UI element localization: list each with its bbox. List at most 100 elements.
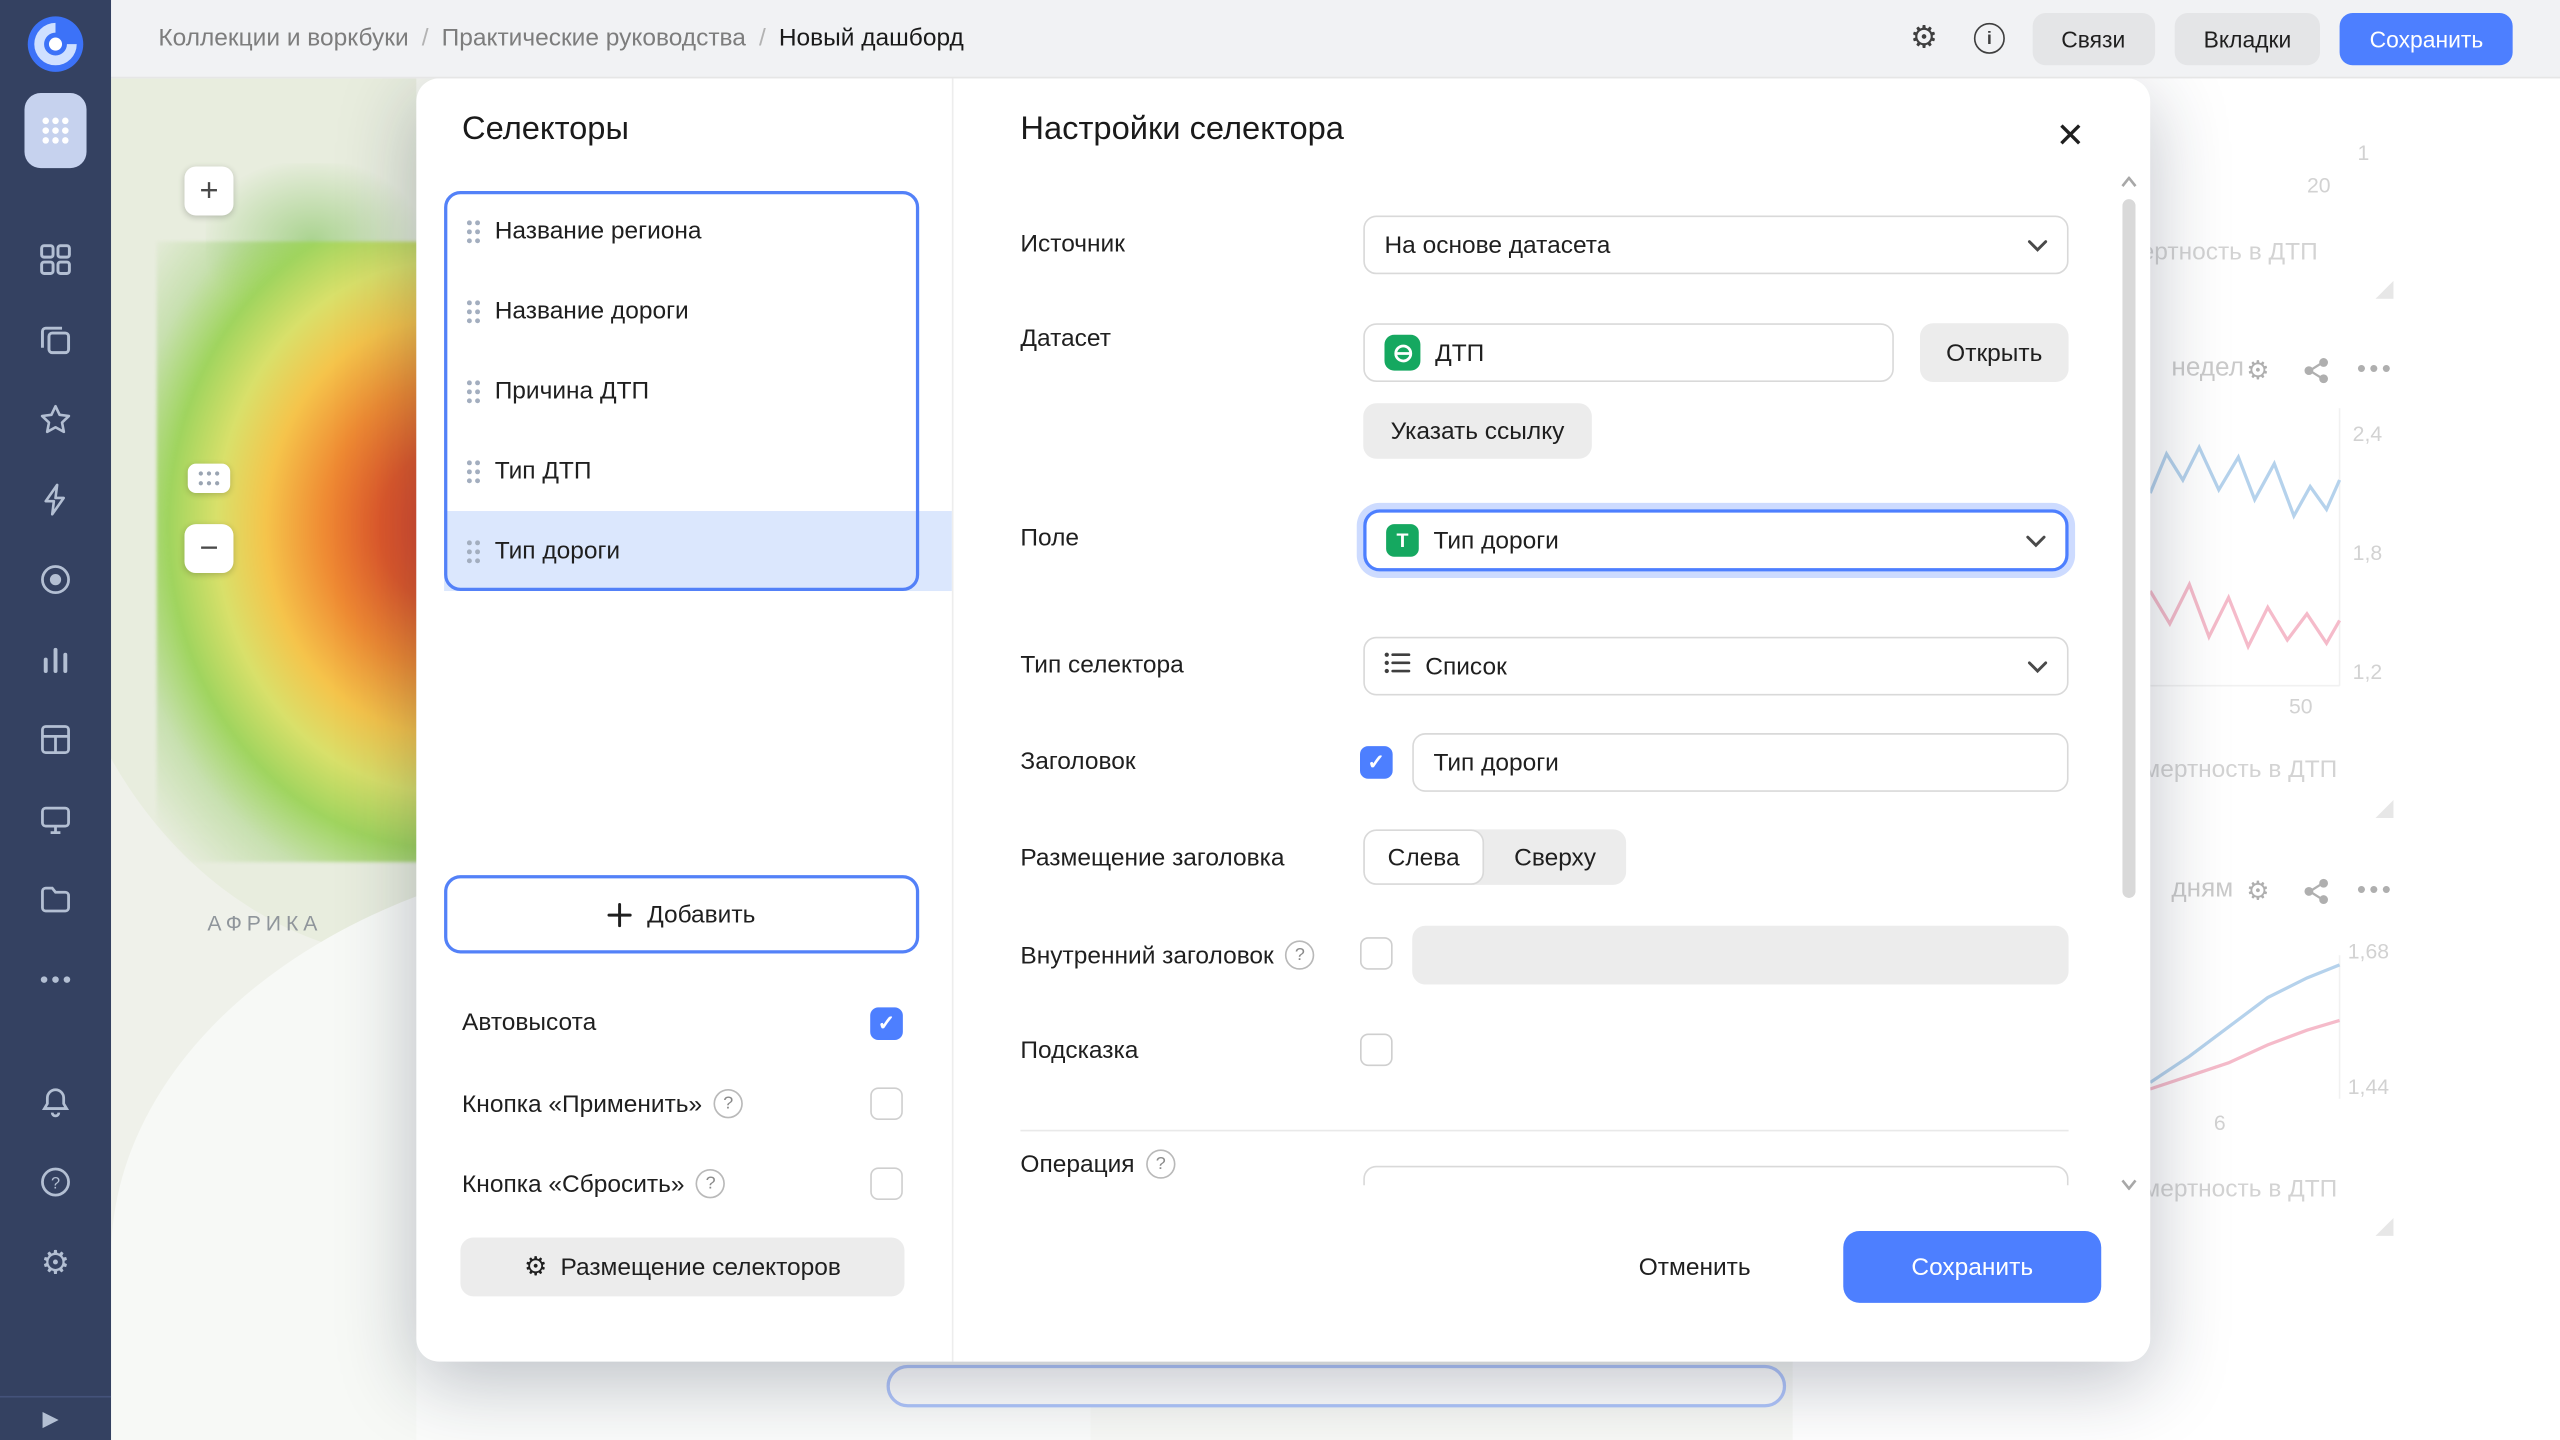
plus-icon — [608, 902, 632, 926]
selector-item-label: Тип ДТП — [495, 457, 592, 485]
scroll-up-icon[interactable] — [2119, 173, 2139, 189]
add-selector-label: Добавить — [647, 900, 755, 928]
dataset-open-button[interactable]: Открыть — [1920, 323, 2069, 382]
selector-item-label: Тип дороги — [495, 537, 620, 565]
datalens-logo-icon[interactable] — [23, 11, 88, 76]
question-icon[interactable]: ? — [714, 1089, 743, 1118]
dialog-scrollbar-thumb[interactable] — [2122, 199, 2135, 898]
copies-icon[interactable] — [36, 320, 75, 359]
operation-label: Операция ? — [1020, 1149, 1175, 1178]
drag-handle-icon[interactable] — [465, 218, 481, 244]
placement-option-top[interactable]: Сверху — [1484, 829, 1626, 885]
apply-button-option-label: Кнопка «Применить» ? — [462, 1089, 743, 1118]
breadcrumb-separator: / — [759, 24, 766, 52]
close-icon[interactable]: ✕ — [2049, 114, 2091, 156]
hint-checkbox[interactable] — [1360, 1033, 1393, 1066]
question-icon[interactable]: ? — [1285, 940, 1314, 969]
table-icon[interactable] — [36, 720, 75, 759]
inner-title-text: Внутренний заголовок — [1020, 941, 1273, 969]
selector-item-accident-type[interactable]: Тип ДТП — [444, 431, 919, 511]
title-label: Заголовок — [1020, 748, 1135, 776]
list-icon — [1384, 651, 1410, 680]
operation-select — [1363, 1166, 2068, 1186]
breadcrumb-workbook[interactable]: Практические руководства — [442, 24, 746, 52]
selector-item-region-name[interactable]: Название региона — [444, 191, 919, 271]
selector-item-road-name[interactable]: Название дороги — [444, 271, 919, 351]
source-select[interactable]: На основе датасета — [1363, 216, 2068, 275]
selector-type-label: Тип селектора — [1020, 651, 1183, 679]
selector-item-road-type-selected[interactable]: Тип дороги — [444, 511, 919, 591]
relations-button[interactable]: Связи — [2032, 12, 2155, 64]
field-label: Поле — [1020, 524, 1079, 552]
dialog-save-button[interactable]: Сохранить — [1843, 1231, 2101, 1303]
panel-divider — [952, 78, 954, 1361]
string-field-icon: T — [1386, 524, 1419, 557]
left-nav-sidebar: ? ⚙ ▶ — [0, 0, 111, 1440]
breadcrumb: Коллекции и воркбуки / Практические руко… — [158, 24, 963, 52]
placement-option-left[interactable]: Слева — [1363, 829, 1484, 885]
dataset-input[interactable]: ДТП — [1363, 323, 1894, 382]
title-checkbox[interactable]: ✓ — [1360, 746, 1393, 779]
settings-gear-button[interactable]: ⚙ — [1901, 16, 1947, 62]
sidebar-expand-button[interactable]: ▶ — [0, 1396, 111, 1440]
selector-item-accident-cause[interactable]: Причина ДТП — [444, 351, 919, 431]
autoheight-label: Автовысота — [462, 1009, 596, 1037]
source-label: Источник — [1020, 230, 1125, 258]
grip-dots-icon — [198, 470, 221, 486]
drag-handle-icon[interactable] — [465, 378, 481, 404]
form-divider — [1020, 1130, 2068, 1132]
star-icon[interactable] — [36, 400, 75, 439]
map-zoom-in-button[interactable]: + — [184, 167, 233, 216]
scroll-down-icon[interactable] — [2119, 1176, 2139, 1192]
title-placement-label: Размещение заголовка — [1020, 844, 1284, 872]
drag-handle-icon[interactable] — [465, 458, 481, 484]
selectors-panel-title: Селекторы — [462, 111, 629, 149]
breadcrumb-collections[interactable]: Коллекции и воркбуки — [158, 24, 408, 52]
help-icon[interactable]: ? — [36, 1162, 75, 1201]
field-value: Тип дороги — [1433, 527, 1558, 555]
radar-icon[interactable] — [36, 560, 75, 599]
chevron-down-icon — [2028, 231, 2048, 259]
inner-title-label: Внутренний заголовок ? — [1020, 940, 1314, 969]
autoheight-checkbox[interactable]: ✓ — [870, 1007, 903, 1040]
inner-title-checkbox[interactable] — [1360, 937, 1393, 970]
settings-panel-title: Настройки селектора — [1020, 111, 1344, 149]
settings-icon[interactable]: ⚙ — [36, 1242, 75, 1281]
tabs-button[interactable]: Вкладки — [2174, 12, 2320, 64]
bell-icon[interactable] — [36, 1082, 75, 1121]
question-icon: ? — [1146, 1149, 1175, 1178]
dataset-label: Датасет — [1020, 325, 1111, 353]
chevron-down-icon — [2026, 527, 2046, 555]
selectors-placement-button[interactable]: ⚙ Размещение селекторов — [460, 1238, 904, 1297]
field-select[interactable]: T Тип дороги — [1363, 509, 2068, 571]
apps-grid-icon[interactable] — [24, 93, 86, 168]
monitor-icon[interactable] — [36, 800, 75, 839]
more-icon[interactable] — [36, 960, 75, 999]
reset-button-checkbox[interactable] — [870, 1167, 903, 1200]
question-icon[interactable]: ? — [696, 1169, 725, 1198]
widgets-icon[interactable] — [36, 240, 75, 279]
drag-handle-icon[interactable] — [465, 298, 481, 324]
header-save-button[interactable]: Сохранить — [2340, 12, 2512, 64]
dataset-link-button[interactable]: Указать ссылку — [1363, 403, 1592, 459]
selector-type-select[interactable]: Список — [1363, 637, 2068, 696]
chevron-down-icon — [2028, 652, 2048, 680]
cancel-button[interactable]: Отменить — [1572, 1241, 1817, 1293]
breadcrumb-separator: / — [422, 24, 429, 52]
folder-icon[interactable] — [36, 880, 75, 919]
title-input[interactable]: Тип дороги — [1412, 733, 2068, 792]
dataset-value: ДТП — [1435, 339, 1484, 367]
top-header: Коллекции и воркбуки / Практические руко… — [111, 0, 2560, 78]
bar-chart-icon[interactable] — [36, 640, 75, 679]
expand-icon: ▶ — [42, 1406, 58, 1432]
lightning-icon[interactable] — [36, 480, 75, 519]
info-button[interactable]: i — [1967, 16, 2013, 62]
operation-text: Операция — [1020, 1150, 1134, 1178]
selector-item-label: Название региона — [495, 217, 702, 245]
add-selector-button[interactable]: Добавить — [444, 875, 919, 953]
selector-settings-dialog: Селекторы Название региона Название доро… — [416, 78, 2150, 1361]
map-zoom-slider-grip[interactable] — [188, 464, 230, 493]
drag-handle-icon[interactable] — [465, 538, 481, 564]
apply-button-checkbox[interactable] — [870, 1087, 903, 1120]
map-zoom-out-button[interactable]: − — [184, 524, 233, 573]
